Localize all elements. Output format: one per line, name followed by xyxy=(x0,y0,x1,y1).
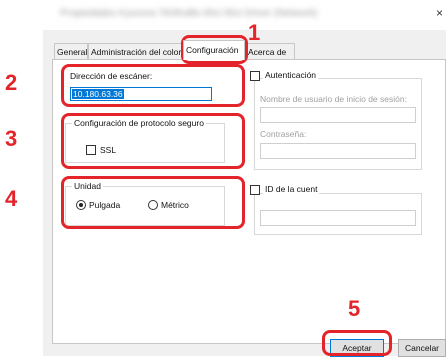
callout-number-1: 1 xyxy=(248,20,261,45)
tab-configuration[interactable]: Configuración xyxy=(183,40,245,60)
callout-box-scanner-address xyxy=(61,64,245,107)
callout-number-5: 5 xyxy=(348,296,361,321)
callout-box-secure-protocol xyxy=(61,113,245,169)
tab-color-management[interactable]: Administración del color xyxy=(88,43,183,59)
cancel-button[interactable]: Cancelar xyxy=(398,339,446,357)
callout-number-2: 2 xyxy=(5,70,18,95)
account-id-checkbox[interactable] xyxy=(250,185,260,195)
close-icon[interactable]: × xyxy=(436,6,446,20)
callout-number-3: 3 xyxy=(5,126,18,151)
tab-about[interactable]: Acerca de xyxy=(245,43,295,59)
window-title: Propiedades Kyocera TASKalfa 00ci 00ci D… xyxy=(60,8,318,19)
account-id-input[interactable] xyxy=(260,210,416,226)
callout-number-4: 4 xyxy=(5,186,18,211)
password-input[interactable] xyxy=(260,143,416,159)
callout-box-ok-button xyxy=(322,330,392,356)
username-input[interactable] xyxy=(260,107,416,123)
authentication-label: Autenticación xyxy=(263,70,319,80)
authentication-checkbox[interactable] xyxy=(250,71,260,81)
account-id-label: ID de la cuent xyxy=(263,184,320,194)
password-label: Contraseña: xyxy=(260,129,307,139)
username-label: Nombre de usuario de inicio de sesión: xyxy=(260,94,407,104)
tab-general[interactable]: General xyxy=(54,43,88,59)
callout-box-unit xyxy=(61,176,245,229)
